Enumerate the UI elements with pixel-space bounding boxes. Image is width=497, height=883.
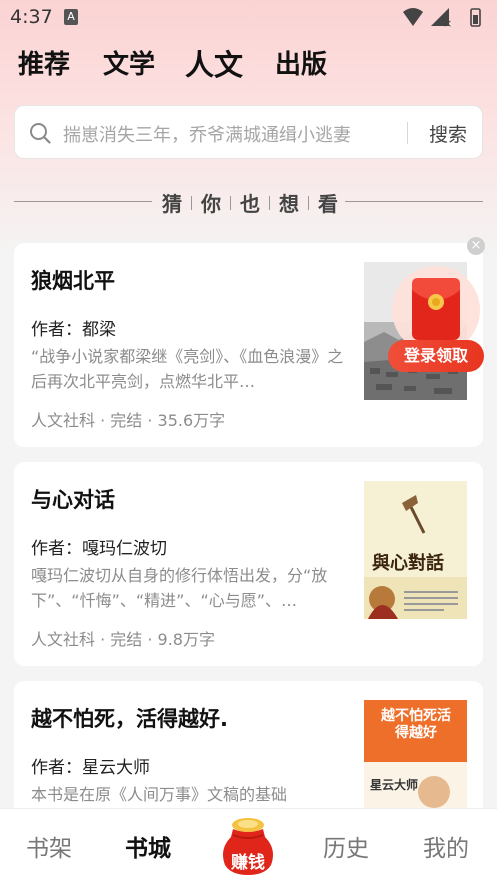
book-author: 作者：都梁	[31, 320, 116, 340]
book-description: “战争小说家都梁继《亮剑》、《血色浪漫》之后再次北平亮剑，点燃华北平…	[31, 347, 344, 391]
book-title: 与心对话	[31, 488, 115, 512]
book-cover[interactable]: 越不怕死活得越好 星云大师	[364, 700, 467, 820]
divider-line	[345, 201, 483, 202]
search-input[interactable]: 揣崽消失三年，乔爷满城通缉小逃妻	[63, 121, 351, 147]
nav-history[interactable]: 历史	[323, 829, 369, 863]
wifi-icon	[403, 8, 423, 26]
cover-title: 與心對話	[372, 553, 444, 574]
nav-earn[interactable]: 赚钱	[219, 848, 277, 873]
status-time: 4:37	[10, 6, 53, 28]
book-description: 本书是在原《人间万事》文稿的基础	[31, 785, 288, 804]
tab-literature[interactable]: 文学	[103, 44, 155, 81]
status-icons: ×	[403, 8, 481, 28]
section-title-char: 你	[201, 192, 221, 216]
search-bar[interactable]: 揣崽消失三年，乔爷满城通缉小逃妻 搜索	[14, 105, 483, 159]
cover-author: 星云大师	[370, 778, 419, 792]
section-title-char: 也	[240, 192, 260, 216]
nav-bookstore[interactable]: 书城	[125, 829, 171, 863]
tab-recommend[interactable]: 推荐	[18, 44, 70, 81]
book-title: 狼烟北平	[31, 269, 115, 293]
search-icon	[30, 123, 51, 144]
book-card[interactable]: 越不怕死，活得越好. 作者：星云大师 本书是在原《人间万事》文稿的基础 越不怕死…	[14, 681, 483, 821]
notification-icon: A	[64, 9, 78, 25]
divider-line	[14, 201, 152, 202]
svg-text:×: ×	[443, 17, 452, 28]
nav-mine[interactable]: 我的	[423, 829, 469, 863]
book-description: 嘎玛仁波切从自身的修行体悟出发，分“放下”、“忏悔”、“精进”、“心与愿”、…	[31, 566, 328, 610]
book-card[interactable]: 与心对话 作者：嘎玛仁波切 嘎玛仁波切从自身的修行体悟出发，分“放下”、“忏悔”…	[14, 462, 483, 666]
tab-publishing[interactable]: 出版	[275, 44, 327, 81]
close-icon[interactable]: ×	[467, 237, 485, 255]
section-title-char: 猜	[162, 192, 182, 216]
status-bar: 4:37 A ×	[0, 0, 497, 34]
section-header: 猜你也想看	[14, 186, 483, 216]
section-title-char: 想	[279, 192, 299, 216]
book-title: 越不怕死，活得越好.	[31, 707, 228, 731]
nav-bookshelf[interactable]: 书架	[26, 829, 72, 863]
book-author: 作者：嘎玛仁波切	[31, 539, 167, 559]
cover-art	[364, 762, 467, 820]
book-meta: 人文社科 · 完结 · 35.6万字	[31, 411, 226, 430]
book-cover[interactable]: 與心對話	[364, 481, 467, 619]
book-meta: 人文社科 · 完结 · 9.8万字	[31, 630, 215, 649]
search-button[interactable]: 搜索	[429, 120, 467, 147]
login-claim-button[interactable]: 登录领取	[388, 340, 484, 372]
search-divider	[407, 122, 408, 144]
section-title: 猜你也想看	[162, 188, 338, 217]
book-author: 作者：星云大师	[31, 758, 150, 778]
section-title-char: 看	[318, 192, 338, 216]
tab-humanities[interactable]: 人文	[185, 42, 243, 84]
